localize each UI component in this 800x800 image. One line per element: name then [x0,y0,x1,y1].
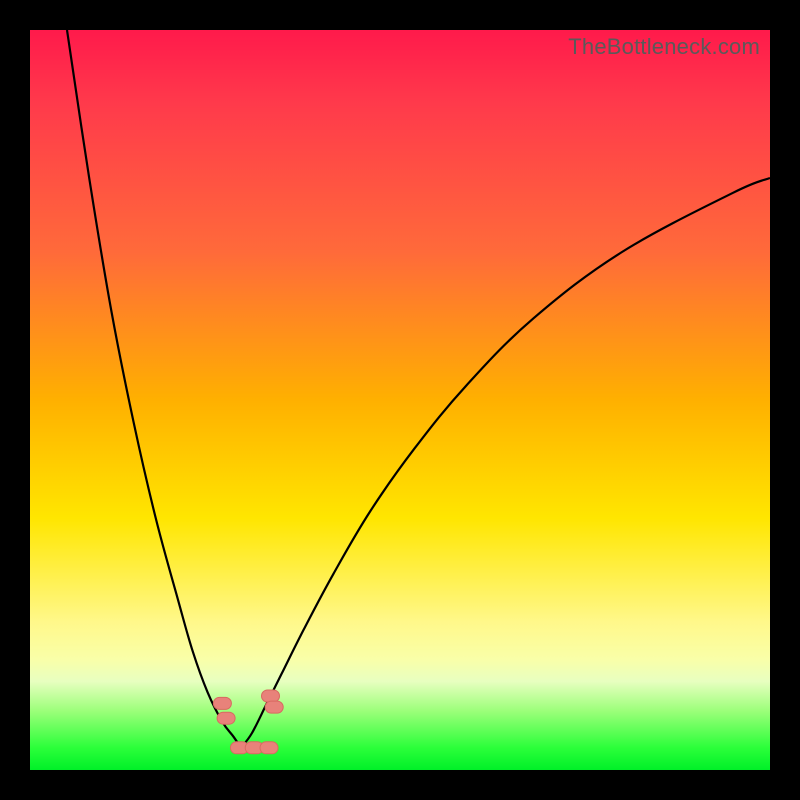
watermark-label: TheBottleneck.com [568,34,760,60]
plot-area: TheBottleneck.com [30,30,770,770]
curve-left [67,30,241,748]
chart-frame: TheBottleneck.com [0,0,800,800]
curve-right [241,178,770,748]
data-marker [217,712,235,724]
data-marker [260,742,278,754]
markers-group [213,690,283,754]
data-marker [213,697,231,709]
data-marker [265,701,283,713]
data-marker [262,690,280,702]
curves-layer [30,30,770,770]
